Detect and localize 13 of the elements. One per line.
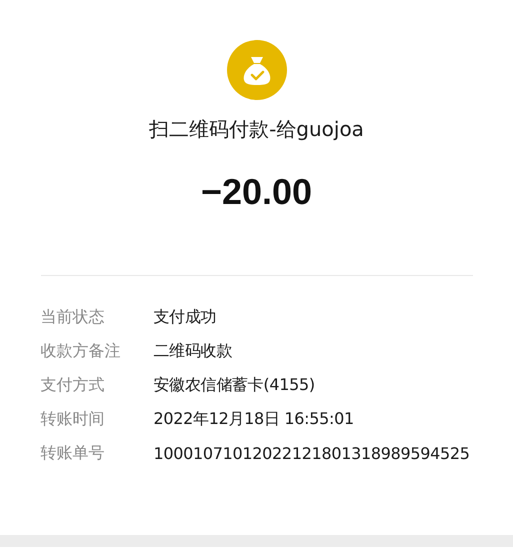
amount: −20.00	[200, 171, 312, 213]
detail-label: 收款方备注	[40, 340, 122, 362]
payment-title: 扫二维码付款-给guojoa	[149, 116, 364, 143]
money-bag-icon	[226, 40, 286, 100]
detail-value: 支付成功	[154, 306, 216, 328]
detail-value: 二维码收款	[154, 340, 232, 362]
detail-value: 安徽农信储蓄卡(4155)	[154, 374, 315, 396]
detail-label: 转账单号	[40, 442, 106, 464]
detail-label: 当前状态	[40, 306, 106, 328]
detail-value: 2022年12月18日 16:55:01	[154, 408, 354, 430]
detail-value: 10001071012022121801318989594525	[154, 444, 470, 462]
detail-label: 转账时间	[40, 408, 106, 430]
detail-label: 支付方式	[40, 374, 106, 396]
